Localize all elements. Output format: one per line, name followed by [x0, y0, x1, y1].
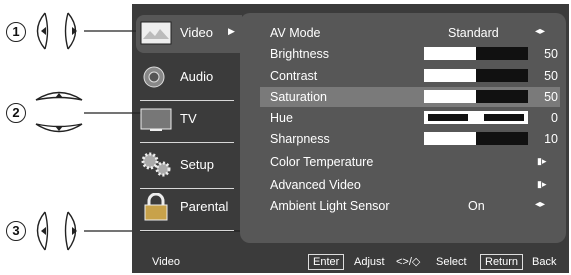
setup-gears-icon	[141, 152, 171, 177]
submenu-arrow-icon: ▮▸	[537, 156, 547, 166]
hue-bar[interactable]	[424, 111, 528, 124]
return-key-badge: Return	[480, 254, 524, 270]
item-label: Color Temperature	[270, 155, 374, 169]
item-value: On	[468, 199, 485, 213]
select-label: Select	[436, 256, 467, 268]
menu-item-hue[interactable]: Hue 0	[262, 108, 562, 128]
callout-2: 2	[6, 103, 26, 123]
level-bar[interactable]	[424, 90, 528, 103]
item-value: 50	[544, 47, 558, 61]
video-icon	[140, 21, 172, 45]
left-right-arrows-icon: ◂▸	[535, 199, 546, 210]
callout-3: 3	[6, 221, 26, 241]
tab-tv[interactable]: TV	[136, 101, 242, 143]
level-bar[interactable]	[424, 132, 528, 145]
item-value: Standard	[448, 26, 499, 40]
item-value: 50	[544, 90, 558, 104]
tab-video-label: Video	[180, 25, 214, 40]
item-label: Brightness	[270, 47, 330, 61]
callout-1: 1	[6, 22, 26, 42]
chevron-right-icon: ▶	[228, 26, 235, 36]
tab-parental[interactable]: Parental	[136, 189, 242, 231]
item-label: Ambient Light Sensor	[270, 199, 390, 213]
tab-setup-label: Setup	[180, 157, 214, 172]
adjust-label: Adjust	[354, 256, 385, 268]
level-bar[interactable]	[424, 47, 528, 60]
item-label: Hue	[270, 111, 293, 125]
item-label: Saturation	[270, 90, 327, 104]
tab-audio-label: Audio	[180, 69, 214, 84]
menu-item-contrast[interactable]: Contrast 50	[262, 66, 562, 86]
tv-icon	[140, 108, 172, 131]
enter-key-badge: Enter	[308, 254, 345, 270]
tab-audio[interactable]: Audio	[136, 59, 242, 101]
footer-bar: Video Enter Adjust <>/◇ Select Return Ba…	[132, 252, 569, 273]
tab-video[interactable]: Video ▶	[136, 15, 242, 53]
tab-parental-label: Parental	[180, 199, 229, 214]
item-label: Contrast	[270, 69, 318, 83]
tab-tv-label: TV	[180, 111, 197, 126]
item-label: AV Mode	[270, 26, 321, 40]
menu-tabs: Video ▶ Audio TV Setup Parental	[136, 13, 242, 243]
item-label: Sharpness	[270, 132, 330, 146]
item-value: 50	[544, 69, 558, 83]
menu-item-ambient-light-sensor[interactable]: Ambient Light Sensor On ◂▸	[262, 196, 562, 216]
menu-item-brightness[interactable]: Brightness 50	[262, 44, 562, 64]
direction-arrows-icon: <>/◇	[396, 256, 421, 268]
menu-item-saturation[interactable]: Saturation 50	[260, 87, 560, 107]
menu-item-advanced-video[interactable]: Advanced Video ▮▸	[262, 175, 562, 195]
menu-item-sharpness[interactable]: Sharpness 10	[262, 129, 562, 149]
left-right-arrows-icon: ◂▸	[535, 26, 546, 37]
item-value: 0	[551, 111, 558, 125]
level-bar[interactable]	[424, 69, 528, 82]
tab-setup[interactable]: Setup	[136, 147, 242, 189]
submenu-arrow-icon: ▮▸	[537, 179, 547, 189]
lock-icon	[144, 193, 168, 221]
back-label: Back	[532, 256, 557, 268]
audio-icon	[143, 66, 165, 88]
menu-item-av-mode[interactable]: AV Mode Standard ◂▸	[262, 23, 562, 43]
item-label: Advanced Video	[270, 178, 361, 192]
menu-item-color-temperature[interactable]: Color Temperature ▮▸	[262, 152, 562, 172]
footer-section-label: Video	[152, 256, 180, 268]
item-value: 10	[544, 132, 558, 146]
